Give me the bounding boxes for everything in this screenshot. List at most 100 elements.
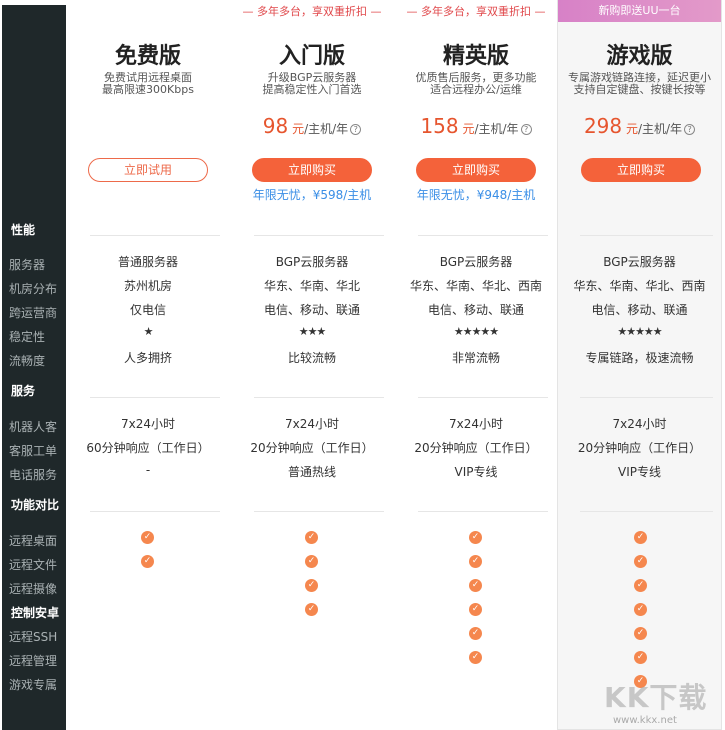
service-cell: 60分钟响应（工作日） — [86, 441, 210, 455]
service-cell: 7x24小时 — [448, 417, 503, 431]
buy-now-button[interactable]: 立即购买 — [581, 158, 701, 182]
divider — [580, 397, 713, 398]
plan-price: 298 元/主机/年? — [558, 114, 721, 138]
service-cell: 20分钟响应（工作日） — [414, 441, 538, 455]
service-cell: VIP专线 — [454, 465, 498, 479]
plan-description: 升级BGP云服务器 提高稳定性入门首选 — [262, 72, 362, 96]
help-icon[interactable]: ? — [350, 124, 362, 135]
check-icon: ✓ — [305, 579, 318, 592]
sidebar-item-fluency: 流畅度 — [9, 354, 46, 368]
check-icon: ✓ — [634, 579, 647, 592]
perf-cell: ★★★★★ — [453, 325, 499, 338]
perf-cell: 苏州机房 — [123, 279, 172, 293]
service-cell: VIP专线 — [618, 465, 661, 479]
watermark-url: www.kkx.net — [613, 715, 677, 726]
check-icon: ✓ — [141, 531, 154, 544]
service-cell: 7x24小时 — [284, 417, 339, 431]
sidebar-item-remote-ssh: 远程SSH — [9, 630, 58, 644]
service-cell: 普通热线 — [287, 465, 336, 479]
plan-description: 优质售后服务，更多功能 适合远程办公/运维 — [415, 72, 537, 96]
divider — [90, 235, 220, 236]
divider — [580, 511, 713, 512]
perf-cell: 华东、华南、华北 — [263, 279, 360, 293]
sidebar-item-remote-manage: 远程管理 — [9, 654, 58, 668]
check-icon: ✓ — [634, 627, 647, 640]
plan-title: 精英版 — [442, 44, 509, 69]
check-icon: ✓ — [634, 531, 647, 544]
perf-cell: ★★★★★ — [617, 325, 662, 338]
sidebar-item-android-control: 控制安卓 — [11, 606, 60, 620]
check-icon: ✓ — [469, 627, 482, 640]
check-icon: ✓ — [469, 603, 482, 616]
plan-price: 158 元/主机/年? — [396, 114, 556, 138]
perf-cell: 仅电信 — [129, 303, 166, 317]
sidebar-item-datacenter: 机房分布 — [9, 282, 58, 296]
check-icon: ✓ — [469, 579, 482, 592]
plan-ribbon: 新购即送UU一台 — [558, 0, 721, 22]
perf-cell: BGP云服务器 — [275, 255, 349, 269]
service-cell: 7x24小时 — [120, 417, 175, 431]
perf-cell: 普通服务器 — [117, 255, 178, 269]
plan-price: 98 元/主机/年? — [232, 114, 392, 138]
divider — [254, 235, 384, 236]
check-icon: ✓ — [305, 531, 318, 544]
check-icon: ✓ — [634, 603, 647, 616]
sidebar-section-service: 服务 — [11, 384, 36, 398]
plan-column-basic: — 多年多台，享双重折扣 — 入门版升级BGP云服务器 提高稳定性入门首选 98 元/… — [232, 0, 392, 730]
perf-cell: ★★★ — [298, 325, 327, 338]
sidebar-item-stability: 稳定性 — [9, 330, 46, 344]
sidebar-item-bot: 机器人客 — [9, 420, 58, 434]
sidebar-item-ticket: 客服工单 — [9, 444, 58, 458]
plan-ribbon: — 多年多台，享双重折扣 — — [242, 5, 382, 18]
check-icon: ✓ — [141, 555, 154, 568]
perf-cell: 比较流畅 — [287, 351, 336, 365]
perf-cell: BGP云服务器 — [603, 255, 676, 269]
check-icon: ✓ — [469, 651, 482, 664]
buy-now-button[interactable]: 立即购买 — [416, 158, 536, 182]
divider — [418, 397, 548, 398]
sidebar-item-server: 服务器 — [9, 258, 46, 272]
divider — [254, 511, 384, 512]
perf-cell: 华东、华南、华北、西南 — [409, 279, 542, 293]
check-icon: ✓ — [634, 555, 647, 568]
plan-title: 游戏版 — [606, 44, 673, 69]
buy-now-button[interactable]: 立即购买 — [252, 158, 372, 182]
plan-title: 入门版 — [278, 44, 345, 69]
plan-description: 专属游戏链路连接，延迟更小 支持自定键盘、按键长按等 — [568, 72, 711, 96]
perf-cell: 电信、移动、联通 — [591, 303, 688, 317]
divider — [580, 235, 713, 236]
plan-column-game: 新购即送UU一台 游戏版专属游戏链路连接，延迟更小 支持自定键盘、按键长按等 298 … — [557, 0, 722, 730]
help-icon[interactable]: ? — [520, 124, 532, 135]
plan-multi-year-note: 年限无忧，¥948/主机 — [416, 188, 536, 202]
sidebar-item-game: 游戏专属 — [9, 678, 58, 692]
sidebar-item-remote-file: 远程文件 — [9, 558, 58, 572]
plan-title: 免费版 — [114, 44, 181, 69]
check-icon: ✓ — [634, 651, 647, 664]
perf-cell: 非常流畅 — [451, 351, 500, 365]
perf-cell: 华东、华南、华北、西南 — [573, 279, 706, 293]
perf-cell: 电信、移动、联通 — [263, 303, 360, 317]
plan-description: 免费试用远程桌面 最高限速300Kbps — [102, 72, 194, 96]
service-cell: 20分钟响应（工作日） — [577, 441, 702, 455]
check-icon: ✓ — [469, 555, 482, 568]
plan-ribbon: — 多年多台，享双重折扣 — — [406, 5, 546, 18]
check-icon: ✓ — [469, 531, 482, 544]
plan-multi-year-note: 年限无忧，¥598/主机 — [252, 188, 372, 202]
help-icon[interactable]: ? — [684, 124, 696, 135]
sidebar-item-phone: 电话服务 — [9, 468, 58, 482]
divider — [254, 397, 384, 398]
try-free-button[interactable]: 立即试用 — [88, 158, 208, 182]
plan-column-elite: — 多年多台，享双重折扣 — 精英版优质售后服务，更多功能 适合远程办公/运维 158… — [396, 0, 556, 730]
sidebar-item-remote-camera: 远程摄像 — [9, 582, 58, 596]
feature-sidebar: 性能 服务器 机房分布 跨运营商 稳定性 流畅度 服务 机器人客 客服工单 电话… — [2, 5, 66, 730]
sidebar-section-performance: 性能 — [11, 223, 36, 237]
plan-column-free: 免费版 免费试用远程桌面 最高限速300Kbps 立即试用 普通服务器 苏州机房 仅电信 ★ 人… — [68, 0, 228, 730]
check-icon: ✓ — [305, 603, 318, 616]
service-cell: 7x24小时 — [612, 417, 667, 431]
sidebar-item-isp: 跨运营商 — [9, 306, 58, 320]
divider — [418, 235, 548, 236]
sidebar-item-remote-desktop: 远程桌面 — [9, 534, 58, 548]
check-icon: ✓ — [305, 555, 318, 568]
perf-cell: 电信、移动、联通 — [427, 303, 524, 317]
watermark-logo: KK下载 — [604, 681, 708, 714]
